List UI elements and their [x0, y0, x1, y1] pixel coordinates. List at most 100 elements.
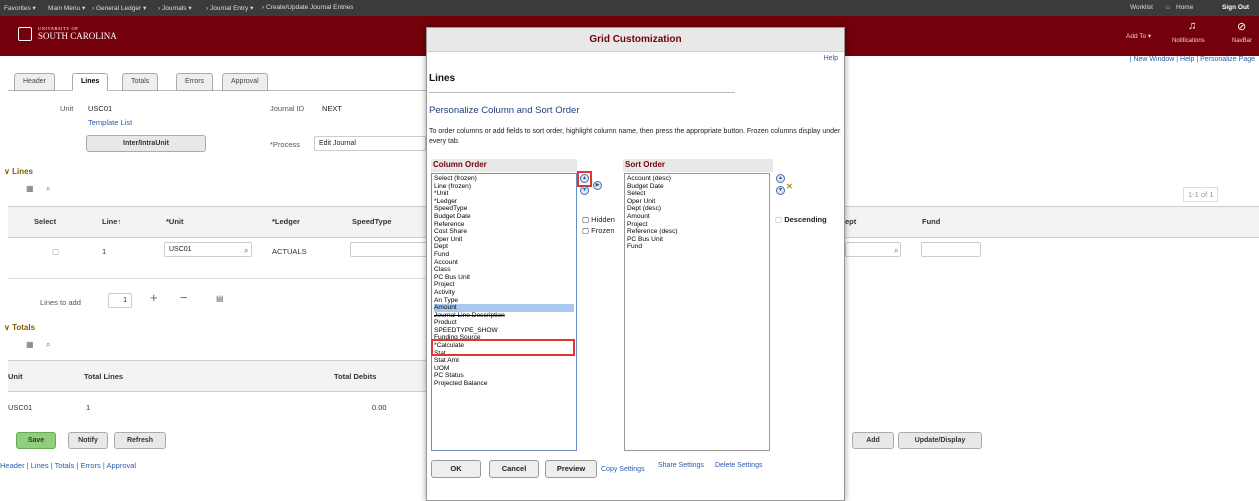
modal-sort_order-option[interactable]: Project: [627, 221, 767, 229]
modal-column_order-option[interactable]: Budget Date: [434, 213, 574, 221]
col-speedtype[interactable]: SpeedType: [352, 217, 391, 226]
col-select[interactable]: Select: [34, 217, 56, 226]
tab-errors[interactable]: Errors: [176, 73, 214, 91]
tab-header[interactable]: Header: [14, 73, 55, 91]
modal-sort_order-option[interactable]: Budget Date: [627, 183, 767, 191]
modal-column_order-option[interactable]: Activity: [434, 289, 574, 297]
modal-column_order-option[interactable]: Product: [434, 319, 574, 327]
tab-approval[interactable]: Approval: [222, 73, 268, 91]
sort-up-icon[interactable]: ▲: [776, 174, 785, 183]
breadcrumb-journal-entry[interactable]: › Journal Entry ▾: [206, 4, 253, 12]
breadcrumb-general-ledger[interactable]: › General Ledger ▾: [92, 4, 146, 12]
breadcrumb-create-update[interactable]: › Create/Update Journal Entries: [262, 4, 353, 11]
search-icon[interactable]: ⌕: [46, 184, 50, 194]
bell-icon[interactable]: ♫: [1188, 20, 1196, 32]
totals-col-unit[interactable]: Unit: [8, 372, 23, 381]
refresh-button[interactable]: Refresh: [114, 432, 166, 449]
modal-column_order-option[interactable]: Class: [434, 266, 574, 274]
descending-checkbox[interactable]: ▢ Descending: [775, 215, 827, 224]
modal-column_order-option[interactable]: Select (frozen): [434, 175, 574, 183]
modal-column_order-option[interactable]: SpeedType: [434, 205, 574, 213]
modal-sort_order-option[interactable]: Account (desc): [627, 175, 767, 183]
row-speedtype-input[interactable]: [350, 242, 428, 257]
main-menu[interactable]: Main Menu ▾: [48, 4, 85, 12]
move-up-icon[interactable]: ▲: [580, 174, 589, 183]
add-to-sort-icon[interactable]: ▶: [593, 181, 602, 190]
share-settings-link[interactable]: Share Settings: [658, 462, 704, 469]
modal-sort_order-option[interactable]: Reference (desc): [627, 228, 767, 236]
col-ledger[interactable]: *Ledger: [272, 217, 300, 226]
col-dept[interactable]: ept: [845, 217, 856, 226]
tab-lines[interactable]: Lines: [72, 73, 109, 91]
notify-button[interactable]: Notify: [68, 432, 108, 449]
notifications-label[interactable]: Notifications: [1172, 38, 1205, 44]
page-utility-links[interactable]: | New Window | Help | Personalize Page: [845, 56, 1259, 68]
unit-lookup-icon[interactable]: ⌕: [244, 246, 248, 256]
home-link[interactable]: Home: [1176, 4, 1193, 11]
inter-intraunit-button[interactable]: Inter/IntraUnit: [86, 135, 206, 152]
modal-column_order-option[interactable]: Project: [434, 281, 574, 289]
add-to-menu[interactable]: Add To ▾: [1126, 32, 1151, 40]
modal-sort_order-option[interactable]: Amount: [627, 213, 767, 221]
pager[interactable]: 1-1 of 1: [1183, 187, 1219, 202]
modal-column_order-option[interactable]: SPEEDTYPE_SHOW: [434, 327, 574, 335]
add-row-icon[interactable]: +: [150, 290, 158, 305]
breadcrumb-journals[interactable]: › Journals ▾: [158, 4, 192, 12]
modal-column_order-option[interactable]: Amount: [434, 304, 574, 312]
modal-column_order-option[interactable]: *Ledger: [434, 198, 574, 206]
grid-icon[interactable]: ▦: [26, 184, 34, 193]
sign-out-link[interactable]: Sign Out: [1222, 4, 1249, 11]
tab-totals[interactable]: Totals: [122, 73, 159, 91]
add-button[interactable]: Add: [852, 432, 894, 449]
footer-link-lines[interactable]: Lines: [31, 461, 49, 470]
lines-section-title[interactable]: ∨ Lines: [4, 167, 33, 176]
compass-icon[interactable]: ⊘: [1237, 20, 1246, 33]
modal-column_order-option[interactable]: An Type: [434, 297, 574, 305]
footer-link-errors[interactable]: Errors: [80, 461, 100, 470]
navbar-label[interactable]: NavBar: [1232, 38, 1252, 44]
modal-column_order-option[interactable]: Account: [434, 259, 574, 267]
modal-column_order-option[interactable]: PC Bus Unit: [434, 274, 574, 282]
modal-column_order-option[interactable]: Dept: [434, 243, 574, 251]
modal-sort_order-option[interactable]: Fund: [627, 243, 767, 251]
modal-column_order-option[interactable]: Cost Share: [434, 228, 574, 236]
modal-column_order-option[interactable]: Line (frozen): [434, 183, 574, 191]
modal-column_order-option[interactable]: Stat Amt: [434, 357, 574, 365]
footer-link-totals[interactable]: Totals: [55, 461, 75, 470]
footer-link-header[interactable]: Header: [0, 461, 25, 470]
modal-column_order-option[interactable]: PC Status: [434, 372, 574, 380]
col-unit[interactable]: *Unit: [166, 217, 184, 226]
totals-col-debits[interactable]: Total Debits: [334, 372, 376, 381]
cancel-button[interactable]: Cancel: [489, 460, 539, 478]
modal-column_order-option[interactable]: UOM: [434, 365, 574, 373]
remove-sort-icon[interactable]: ✕: [786, 182, 793, 191]
row-select-checkbox[interactable]: ▢: [52, 247, 59, 256]
totals-col-lines[interactable]: Total Lines: [84, 372, 123, 381]
template-list-link[interactable]: Template List: [88, 118, 132, 127]
row-unit-input[interactable]: USC01: [164, 242, 252, 257]
favorites-menu[interactable]: Favorites ▾: [4, 4, 36, 12]
save-button[interactable]: Save: [16, 432, 56, 449]
modal-sort_order-option[interactable]: PC Bus Unit: [627, 236, 767, 244]
modal-column_order-option[interactable]: Journal Line Description: [434, 312, 574, 320]
row-fund-input[interactable]: [921, 242, 981, 257]
sort-down-icon[interactable]: ▼: [776, 186, 785, 195]
frozen-checkbox[interactable]: ▢ Frozen: [582, 226, 615, 235]
totals-grid-icon[interactable]: ▦: [26, 340, 34, 349]
hidden-checkbox[interactable]: ▢ Hidden: [582, 215, 615, 224]
row-dept-input[interactable]: [845, 242, 901, 257]
modal-column_order-option[interactable]: Reference: [434, 221, 574, 229]
modal-sort_order-option[interactable]: Oper Unit: [627, 198, 767, 206]
col-line[interactable]: Line↑: [102, 217, 121, 226]
totals-section-title[interactable]: ∨ Totals: [4, 323, 35, 332]
totals-search-icon[interactable]: ⌕: [46, 340, 50, 350]
modal-column_order-option[interactable]: Oper Unit: [434, 236, 574, 244]
modal-column_order-option[interactable]: Fund: [434, 251, 574, 259]
worklist-link[interactable]: Worklist: [1130, 4, 1153, 11]
process-select[interactable]: Edit Journal: [314, 136, 426, 151]
dialog-help-link[interactable]: Help: [824, 55, 838, 62]
sort-order-listbox[interactable]: Account (desc) Budget Date Select Oper Unit…: [624, 173, 770, 451]
modal-column_order-option[interactable]: Projected Balance: [434, 380, 574, 388]
dept-lookup-icon[interactable]: ⌕: [894, 246, 898, 256]
move-down-icon[interactable]: ▼: [580, 186, 589, 195]
